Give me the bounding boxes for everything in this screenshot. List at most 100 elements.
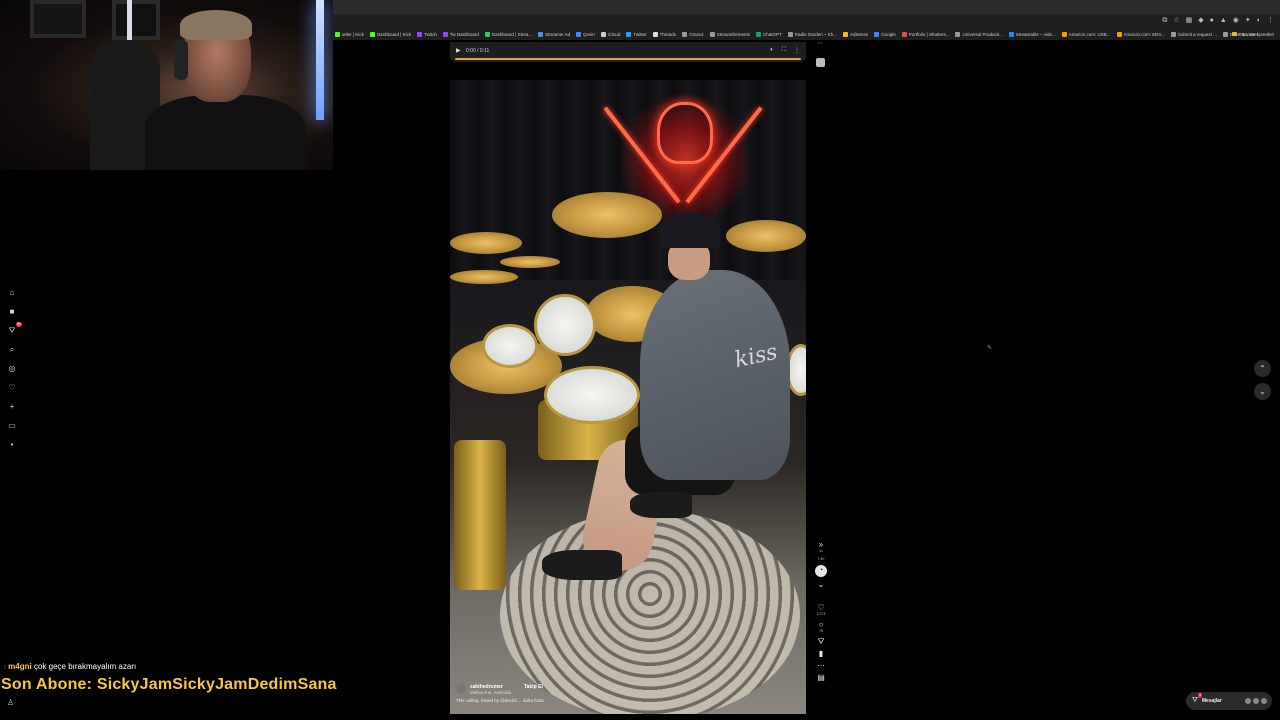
audio-progress-track[interactable] [455, 58, 801, 60]
twitch-icon [442, 31, 448, 37]
creator-avatar-button[interactable]: ◔ [815, 565, 827, 577]
avatar [1251, 697, 1260, 705]
messages-glyph: ▭ [8, 421, 16, 430]
video-player[interactable]: kiss zakthedrumer Takip Et Melbourne, Au… [450, 80, 806, 714]
messages-icon[interactable]: ▭ [6, 419, 19, 432]
previous-video-button[interactable]: ⌃ [1254, 360, 1271, 377]
extension-icon[interactable]: ◆ [1198, 16, 1203, 26]
more-icon[interactable]: • [6, 438, 19, 451]
twitch-icon [417, 31, 423, 37]
star-icon[interactable]: ☆ [1173, 16, 1179, 26]
bookmark-item[interactable]: Dashboard | Kick [369, 31, 411, 37]
chevron-down-icon[interactable]: ⌄ [818, 580, 825, 589]
bookmark-item[interactable]: ietler | Kick [335, 31, 364, 37]
video-location[interactable]: Melbourne, Australia [470, 690, 511, 695]
bookmark-item[interactable]: Submit a request ... [1170, 31, 1217, 37]
link-icon [538, 31, 544, 37]
apple-icon [600, 31, 606, 37]
bookmark-item[interactable]: Twitter [626, 31, 647, 37]
bookmark-label: Streamable – vide... [1015, 31, 1056, 37]
bookmark-label: Amazon.com: M2V... [1123, 31, 1165, 37]
captions-icon: ▤ [817, 673, 825, 682]
like-button[interactable]: ♡ 2,273 [817, 603, 826, 617]
bookmark-item[interactable]: Radio Garden – Kh... [787, 31, 838, 37]
next-video-button[interactable]: ⌄ [1254, 383, 1271, 400]
live-icon[interactable]: ◎ [6, 362, 19, 375]
bookmark-label: StreamElements [716, 31, 750, 37]
bookmark-item[interactable]: Streamer Ad [538, 31, 570, 37]
notification-badge: 99 [15, 322, 22, 327]
puzzle-icon[interactable]: ✦ [1245, 16, 1251, 26]
menu-icon[interactable]: ⋮ [1267, 16, 1274, 26]
bookmark-label: Çeviri [583, 31, 595, 37]
save-icon[interactable] [816, 58, 825, 67]
bookmark-label: ChatGPT [762, 31, 782, 37]
creator-avatar[interactable] [456, 684, 466, 694]
following-icon[interactable]: ⛛ 99 [6, 322, 22, 337]
bookmark-item[interactable]: Portfolio | Shutters... [901, 31, 950, 37]
bookmark-label: Tw Dashboard [449, 31, 479, 37]
comment-button[interactable]: ○ 78 [819, 620, 824, 634]
all-bookmarks-label: Tüm Yer İşaretleri [1238, 31, 1274, 37]
bookmark-item[interactable]: Amazon.com: USB... [1061, 31, 1111, 37]
extension-icon[interactable]: ▲ [1220, 16, 1227, 26]
audio-player[interactable]: ▶ 0:00 / 0:11 🔈︎ ⛶ ⋮ [450, 42, 806, 62]
globe-icon [1222, 31, 1228, 37]
explore-icon[interactable]: ■ [6, 305, 19, 318]
extension-icon[interactable]: ◉ [1233, 16, 1239, 26]
bookmark-label: Portfolio | Shutters... [908, 31, 950, 37]
profile-icon[interactable]: ◐ [1257, 16, 1261, 26]
more-icon[interactable]: ⋮ [794, 47, 800, 54]
search-icon[interactable]: ⌕ [6, 343, 19, 356]
more-options-button[interactable]: ⋯ [817, 661, 825, 670]
bookmark-item[interactable]: StreamElements [709, 31, 750, 37]
messages-button[interactable]: ⛛ 3 Mesajlar [1186, 692, 1272, 710]
follow-button[interactable]: Takip Et [524, 684, 543, 690]
avatar [1243, 697, 1252, 705]
ellipsis-icon[interactable]: ⋯ [817, 40, 823, 47]
play-icon[interactable]: ▶ [456, 47, 461, 54]
speed-control[interactable]: » 1x [819, 540, 823, 554]
bookmark-label: AdSense [850, 31, 869, 37]
bookmark-item[interactable]: Streamable – vide... [1008, 31, 1056, 37]
bookmark-item[interactable]: Universal Producti... [955, 31, 1003, 37]
send-icon: ⛛ [1192, 697, 1198, 704]
browser-toolbar-icons: ⧉ ☆ ▦ ◆ ● ▲ ◉ ✦ ◐ ⋮ [1162, 16, 1274, 26]
bookmark-label: Radio Garden – Kh... [794, 31, 838, 37]
tab-strip[interactable] [333, 0, 1280, 14]
adsense-icon [843, 31, 849, 37]
profile-icon[interactable]: ♙ [7, 698, 14, 707]
screenshot-icon[interactable]: ⧉ [1162, 16, 1167, 26]
bookmark-label: iCloud [607, 31, 621, 37]
cymbal [726, 220, 806, 252]
fullscreen-icon[interactable]: ⛶ [782, 47, 786, 54]
bookmark-label: Threads [659, 31, 677, 37]
upload-icon[interactable]: + [6, 400, 19, 413]
streamer-shirt [145, 95, 305, 170]
bookmark-item[interactable]: Threads [652, 31, 677, 37]
bookmark-item[interactable]: Tw Dashboard [442, 31, 479, 37]
bookmark-item[interactable]: ChatGPT [755, 31, 782, 37]
bookmark-item[interactable]: iCloud [600, 31, 621, 37]
globe-icon [955, 31, 961, 37]
bookmark-item[interactable]: Dashboard | Strea... [484, 31, 532, 37]
extension-icon[interactable]: ▦ [1186, 16, 1193, 26]
bookmark-item[interactable]: Amazon.com: M2V... [1116, 31, 1165, 37]
all-bookmarks[interactable]: Tüm Yer İşaretleri [1231, 28, 1274, 40]
volume-icon[interactable]: 🔈︎ [770, 47, 774, 54]
share-button[interactable]: ⛛ [818, 637, 825, 646]
captions-button[interactable]: ▤ [817, 673, 825, 682]
video-description[interactable]: This calling. Mixed by @decibl ... daha … [456, 698, 544, 703]
bookmark-item[interactable]: Ozuruz [682, 31, 704, 37]
bookmark-item[interactable]: Twitch [417, 31, 437, 37]
bookmark-item[interactable]: AdSense [843, 31, 869, 37]
friends-icon[interactable]: ♡ [6, 381, 19, 394]
home-icon[interactable]: ⌂ [6, 286, 19, 299]
bookmark-item[interactable]: Google [874, 31, 896, 37]
bookmark-item[interactable]: Çeviri [576, 31, 595, 37]
cymbal [552, 192, 662, 238]
extension-icon[interactable]: ● [1210, 16, 1214, 26]
globe-icon [901, 31, 907, 37]
snare-drum [544, 366, 640, 424]
bookmark-button[interactable]: ▮ [819, 649, 823, 658]
